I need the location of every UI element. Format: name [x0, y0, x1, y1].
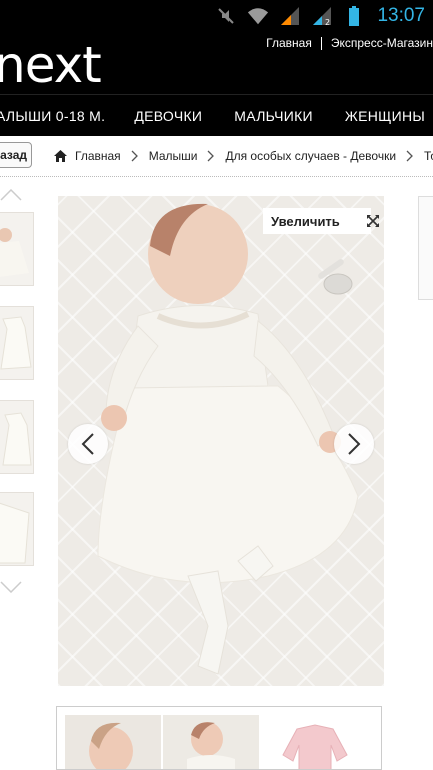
svg-text:2: 2	[325, 18, 330, 26]
top-link-home[interactable]: Главная	[266, 36, 312, 50]
main-nav: МАЛЫШИ 0-18 М. ДЕВОЧКИ МАЛЬЧИКИ ЖЕНЩИНЫ	[0, 94, 433, 136]
top-link-express-store[interactable]: Экспресс-Магазин	[331, 36, 433, 50]
thumbnail-2[interactable]	[0, 306, 34, 380]
thumbnail-list	[0, 186, 40, 596]
thumbnail-strip	[56, 706, 382, 770]
related-product-preview[interactable]	[418, 196, 433, 300]
strip-thumbnail-2[interactable]	[163, 715, 259, 769]
logo[interactable]: next	[0, 34, 102, 96]
breadcrumb-home[interactable]: Главная	[75, 149, 121, 163]
nav-item-girls[interactable]: ДЕВОЧКИ	[134, 108, 202, 124]
signal-icon	[279, 6, 301, 26]
top-links: Главная Экспресс-Магазин	[266, 36, 433, 50]
previous-image-button[interactable]	[68, 424, 108, 464]
mute-icon	[215, 6, 237, 26]
zoom-label: Увеличить	[271, 213, 340, 229]
chevron-right-icon	[131, 150, 139, 162]
strip-thumbnail-1[interactable]	[65, 715, 161, 769]
link-separator	[320, 36, 322, 50]
expand-icon	[366, 214, 380, 228]
breadcrumb-babies[interactable]: Малыши	[149, 149, 198, 163]
zoom-button[interactable]: Увеличить	[263, 208, 379, 234]
next-image-button[interactable]	[334, 424, 374, 464]
chevron-right-icon	[406, 150, 414, 162]
chevron-right-icon	[347, 433, 361, 455]
site-header: next Главная Экспресс-Магазин	[0, 32, 433, 94]
wifi-icon	[247, 6, 269, 26]
nav-item-boys[interactable]: МАЛЬЧИКИ	[234, 108, 313, 124]
thumbnail-3[interactable]	[0, 400, 34, 474]
chevron-right-icon	[207, 150, 215, 162]
home-icon	[54, 150, 67, 162]
divider	[0, 176, 433, 177]
breadcrumb: Главная Малыши Для особых случаев - Дево…	[0, 136, 433, 176]
battery-icon	[343, 6, 365, 26]
strip-thumbnail-3[interactable]	[267, 715, 363, 769]
nav-item-babies[interactable]: МАЛЫШИ 0-18 М.	[0, 108, 105, 124]
chevron-up-icon[interactable]	[0, 188, 22, 202]
clock: 13:07	[377, 5, 425, 26]
breadcrumb-tops[interactable]: Топ	[424, 149, 433, 163]
breadcrumb-special-occasions-girls[interactable]: Для особых случаев - Девочки	[225, 149, 396, 163]
chevron-left-icon	[81, 433, 95, 455]
thumbnail-1[interactable]	[0, 212, 34, 286]
status-bar: 2 13:07	[0, 0, 433, 32]
chevron-down-icon[interactable]	[0, 580, 22, 594]
signal-2-icon: 2	[311, 6, 333, 26]
nav-item-women[interactable]: ЖЕНЩИНЫ	[345, 108, 425, 124]
thumbnail-4[interactable]	[0, 492, 34, 566]
